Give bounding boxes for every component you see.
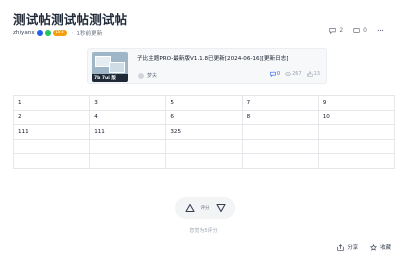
like-count-value: 0 [363,27,367,34]
linked-comment-count: 0 [276,71,281,77]
vote-label: 评分 [200,206,210,211]
vote-note: 您觉为5评分 [189,228,218,234]
triangle-down-icon [215,203,226,213]
post-card: 测试帖测试帖测试帖 zhiyanx LV3 · 1秒前更新 2 0 7b 7ui… [0,0,407,261]
verified-icon [36,30,43,36]
linked-view-count: 267 [292,71,302,77]
more-icon [377,29,384,32]
table-cell [12,153,91,169]
vote-widget: 评分 [175,197,235,219]
medal-icon [44,30,51,36]
linked-view-stat: 267 [285,71,302,77]
content-table: 1 3 5 7 9 2 4 6 8 10 111 111 325 [12,95,396,169]
post-meta: zhiyanx LV3 · 1秒前更新 [13,28,102,38]
favorite-button[interactable]: 收藏 [370,243,391,251]
table-cell: 2 [12,109,91,126]
comment-count[interactable]: 2 [329,27,343,34]
table-cell: 325 [165,124,243,140]
linked-like-stat: 13 [306,71,320,77]
table-row [12,153,396,169]
table-cell: 3 [89,95,167,111]
linked-post-stats: 0 267 13 [270,71,320,77]
table-cell: 111 [89,124,167,140]
table-cell [12,138,91,155]
linked-post-thumbnail: 7b 7ui 版 [92,52,128,82]
like-count[interactable]: 0 [353,27,367,34]
share-label: 分享 [347,245,359,251]
upvote-button[interactable] [184,202,196,214]
table-cell: 5 [165,95,243,111]
triangle-up-icon [184,203,195,213]
comment-icon [329,28,336,34]
meta-separator: · [71,30,74,36]
comment-count-value: 2 [339,27,344,34]
like-icon [353,28,360,33]
post-stats: 2 0 [329,27,384,34]
share-icon [337,243,345,251]
table-cell: 1 [12,95,91,111]
table-cell: 8 [241,109,319,126]
table-cell: 7 [241,95,319,111]
post-actions: 分享 收藏 [337,243,391,251]
table-cell: 111 [12,124,91,140]
table-row: 111 111 325 [12,124,396,140]
table-cell [241,124,319,140]
post-time: 1秒前更新 [76,31,103,37]
more-menu[interactable] [377,27,384,34]
thumbs-up-icon [306,71,313,77]
table-cell [165,138,243,155]
table-cell [241,153,319,169]
table-row [12,138,396,155]
thumbnail-caption: 7b 7ui 版 [94,76,116,81]
table-cell [89,153,167,169]
share-button[interactable]: 分享 [337,243,358,251]
table-cell: 4 [89,109,167,126]
linked-post-author[interactable]: 梦夫 [138,72,157,79]
linked-comment-stat: 0 [270,71,280,77]
table-cell: 9 [317,95,396,111]
table-cell [165,153,243,169]
linked-post-card[interactable]: 7b 7ui 版 子比主题PRO-最新版V1.1.8已更新[2024-06-16… [87,48,327,84]
linked-post-author-name: 梦夫 [147,73,158,79]
table-cell [317,153,396,169]
level-badge: LV3 [52,30,67,36]
linked-like-count: 13 [313,71,320,77]
post-title: 测试帖测试帖测试帖 [13,12,128,27]
table-row: 2 4 6 8 10 [12,109,396,126]
table-cell: 6 [165,109,243,126]
table-cell: 10 [317,109,396,126]
author-name[interactable]: zhiyanx [13,30,35,36]
table-cell [89,138,167,155]
thumbnail-window-back [109,62,125,73]
linked-post-title[interactable]: 子比主题PRO-最新版V1.1.8已更新[2024-06-16][更新日志] [137,54,288,62]
eye-icon [285,72,291,76]
favorite-label: 收藏 [380,245,391,251]
star-icon [370,243,378,251]
table-row: 1 3 5 7 9 [12,95,396,111]
avatar [138,72,144,79]
table-cell [241,138,319,155]
downvote-button[interactable] [215,202,227,214]
comment-icon [270,71,276,77]
table-cell [317,138,396,155]
table-cell [317,124,396,140]
